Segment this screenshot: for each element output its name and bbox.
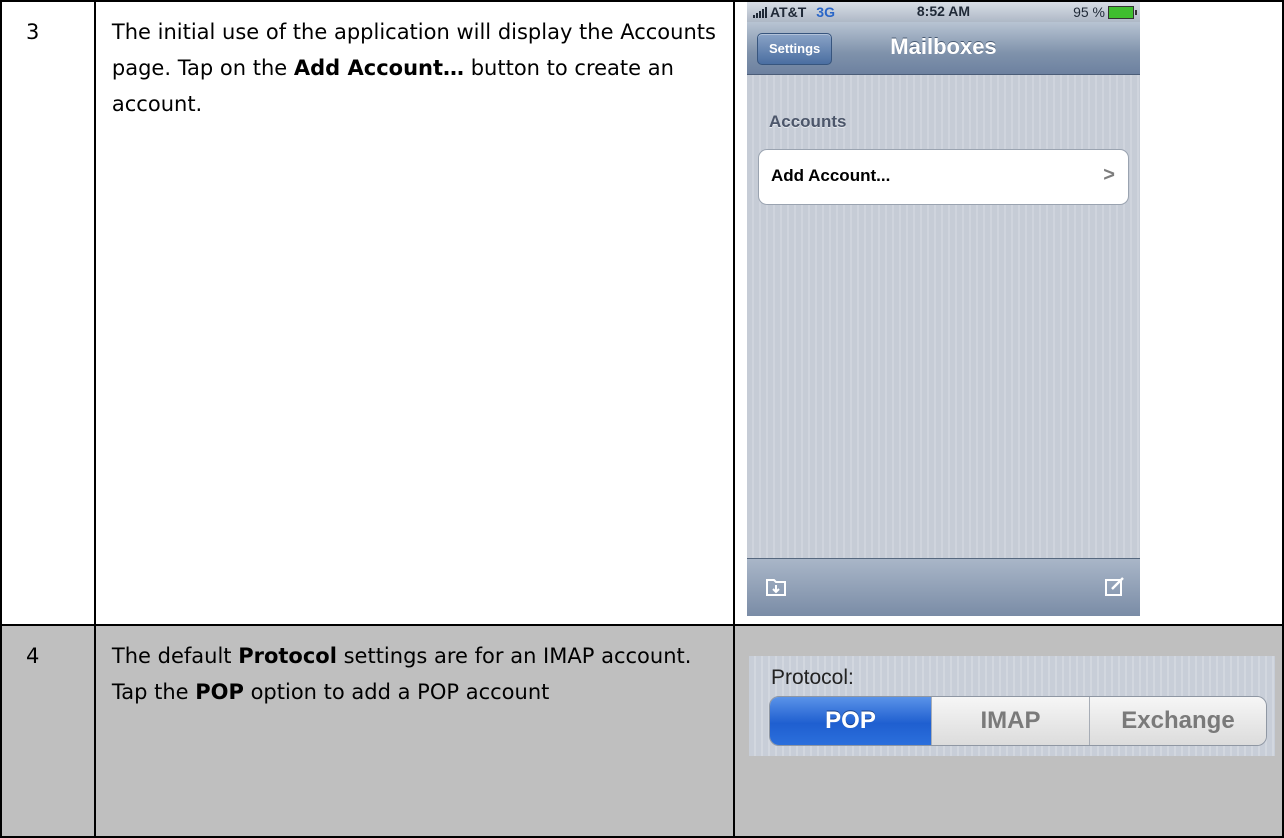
protocol-option-pop[interactable]: POP bbox=[769, 697, 931, 745]
navigation-bar: Settings Mailboxes bbox=[746, 22, 1140, 75]
nav-title: Mailboxes bbox=[890, 34, 997, 59]
step-description: The initial use of the application will … bbox=[93, 0, 735, 626]
protocol-segmented-control: POP IMAP Exchange bbox=[768, 696, 1267, 746]
step-description: The default Protocol settings are for an… bbox=[93, 624, 735, 838]
screenshot-cell: AT&T 3G 8:52 AM 95 % Settings Mailboxes … bbox=[732, 0, 1284, 626]
section-header-accounts: Accounts bbox=[768, 112, 847, 131]
refresh-mailbox-icon[interactable] bbox=[765, 577, 787, 602]
add-account-emphasis: Add Account… bbox=[293, 56, 465, 80]
status-bar: AT&T 3G 8:52 AM 95 % bbox=[746, 2, 1140, 22]
step-number: 3 bbox=[0, 0, 96, 626]
protocol-label: Protocol: bbox=[770, 666, 854, 689]
protocol-screenshot: Protocol: POP IMAP Exchange bbox=[748, 656, 1275, 756]
pop-emphasis: POP bbox=[195, 680, 244, 704]
compose-icon[interactable] bbox=[1104, 577, 1126, 602]
battery-indicator: 95 % bbox=[1073, 4, 1137, 20]
steps-table: 3 The initial use of the application wil… bbox=[0, 0, 1284, 838]
add-account-cell[interactable]: Add Account... > bbox=[757, 149, 1129, 205]
mailbox-list: Accounts Add Account... > bbox=[746, 75, 1140, 559]
battery-icon bbox=[1107, 5, 1137, 19]
step-number: 4 bbox=[0, 624, 96, 838]
screenshot-cell: Protocol: POP IMAP Exchange bbox=[732, 624, 1284, 838]
protocol-emphasis: Protocol bbox=[238, 644, 337, 668]
protocol-option-exchange[interactable]: Exchange bbox=[1088, 697, 1266, 745]
protocol-option-imap[interactable]: IMAP bbox=[930, 697, 1089, 745]
chevron-right-icon: > bbox=[1103, 164, 1115, 186]
step-row-3: 3 The initial use of the application wil… bbox=[0, 0, 1284, 626]
step-row-4: 4 The default Protocol settings are for … bbox=[0, 624, 1284, 838]
add-account-label: Add Account... bbox=[770, 166, 891, 185]
battery-percent: 95 % bbox=[1073, 4, 1105, 20]
iphone-mail-screenshot: AT&T 3G 8:52 AM 95 % Settings Mailboxes … bbox=[746, 2, 1140, 616]
bottom-toolbar bbox=[746, 558, 1140, 616]
